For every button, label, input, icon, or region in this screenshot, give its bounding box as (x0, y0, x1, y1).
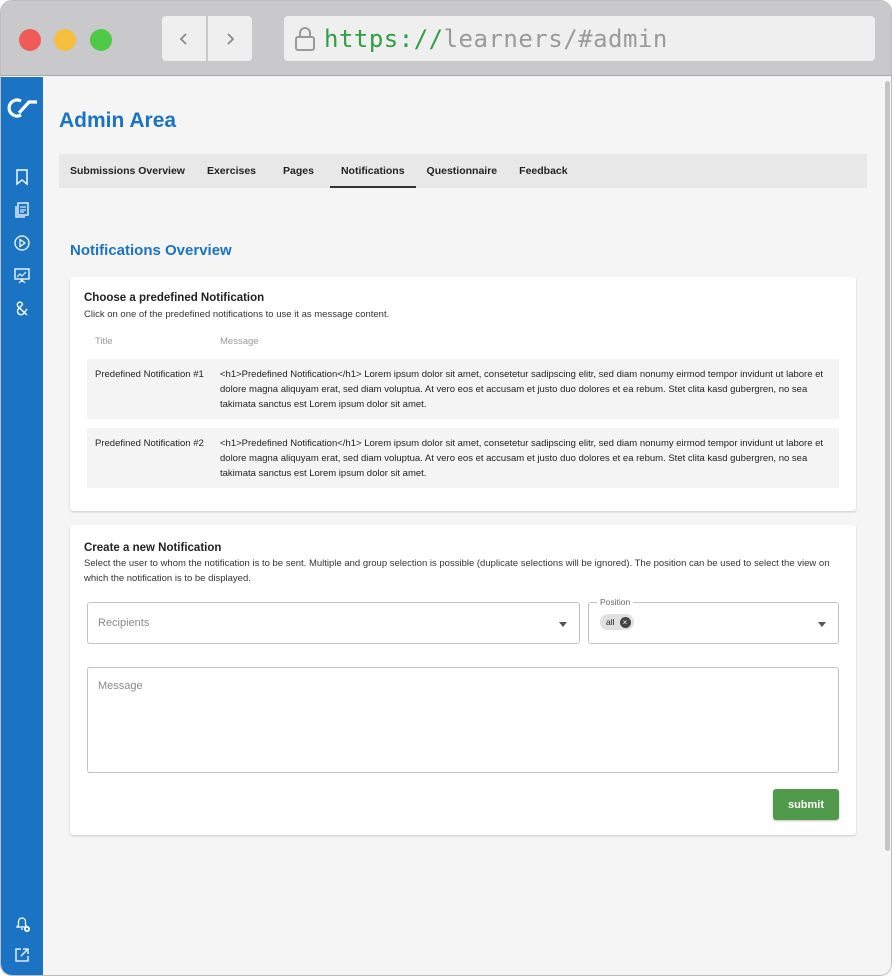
chevron-down-icon (818, 622, 826, 627)
create-title: Create a new Notification (84, 542, 222, 554)
scrollbar[interactable] (885, 77, 891, 975)
close-window-button[interactable] (19, 29, 41, 51)
main-content: Admin Area Submissions Overview Exercise… (43, 77, 891, 975)
tab-submissions-overview[interactable]: Submissions Overview (59, 154, 196, 188)
section-title: Notifications Overview (70, 242, 232, 259)
admin-tabs: Submissions Overview Exercises Pages Not… (59, 154, 867, 188)
address-bar[interactable]: https://learners/#admin (284, 16, 875, 61)
tab-notifications[interactable]: Notifications (329, 154, 416, 188)
chevron-down-icon (559, 622, 567, 627)
url-scheme: https:// (324, 24, 444, 53)
tab-questionnaire[interactable]: Questionnaire (416, 154, 509, 188)
table-row[interactable]: Predefined Notification #1 <h1>Predefine… (87, 359, 839, 419)
row-title: Predefined Notification #1 (95, 369, 204, 380)
url-text: https://learners/#admin (324, 25, 668, 53)
sidebar (1, 77, 43, 975)
table-header: Title Message (87, 336, 839, 352)
chevron-right-icon (227, 32, 235, 45)
table-row[interactable]: Predefined Notification #2 <h1>Predefine… (87, 428, 839, 488)
scrollbar-thumb[interactable] (885, 81, 890, 851)
position-chip-label: all (606, 617, 615, 627)
browser-window: https://learners/#admin Admin Area Submi… (0, 0, 892, 976)
minimize-window-button[interactable] (54, 29, 76, 51)
row-title: Predefined Notification #2 (95, 438, 204, 449)
external-link-icon[interactable] (12, 945, 32, 965)
position-chip: all × (600, 614, 634, 630)
url-path: learners/#admin (443, 24, 668, 53)
recipients-select[interactable]: Recipients (87, 602, 580, 644)
message-placeholder: Message (98, 680, 143, 692)
message-textarea[interactable]: Message (87, 667, 839, 773)
row-message: <h1>Predefined Notification</h1> Lorem i… (220, 438, 824, 479)
create-notification-card: Create a new Notification Select the use… (70, 525, 856, 835)
logo-icon[interactable] (7, 97, 39, 119)
tab-feedback[interactable]: Feedback (508, 154, 578, 188)
position-select[interactable]: Position all × (588, 597, 839, 644)
back-button[interactable] (162, 16, 206, 61)
remove-chip-icon[interactable]: × (619, 616, 631, 628)
predefined-notifications-card: Choose a predefined Notification Click o… (70, 277, 856, 511)
presentation-icon[interactable] (12, 266, 32, 286)
bookmark-icon[interactable] (12, 167, 32, 187)
lock-icon (295, 26, 315, 51)
documents-icon[interactable] (12, 200, 32, 220)
page-title: Admin Area (59, 109, 177, 132)
predefined-description: Click on one of the predefined notificat… (84, 309, 390, 320)
create-description: Select the user to whom the notification… (84, 558, 830, 584)
recipients-placeholder: Recipients (98, 617, 150, 629)
chevron-left-icon (179, 32, 187, 45)
notification-bell-icon[interactable] (12, 913, 32, 933)
column-header-message: Message (220, 336, 259, 347)
browser-toolbar: https://learners/#admin (1, 1, 891, 76)
position-label: Position (597, 597, 634, 607)
column-header-title: Title (95, 336, 113, 347)
submit-button[interactable]: submit (773, 789, 839, 820)
play-circle-icon[interactable] (12, 233, 32, 253)
predefined-title: Choose a predefined Notification (84, 292, 265, 304)
forward-button[interactable] (208, 16, 252, 61)
tab-exercises[interactable]: Exercises (196, 154, 267, 188)
ampersand-icon[interactable] (12, 299, 32, 319)
row-message: <h1>Predefined Notification</h1> Lorem i… (220, 369, 824, 410)
maximize-window-button[interactable] (90, 29, 112, 51)
tab-pages[interactable]: Pages (267, 154, 330, 188)
